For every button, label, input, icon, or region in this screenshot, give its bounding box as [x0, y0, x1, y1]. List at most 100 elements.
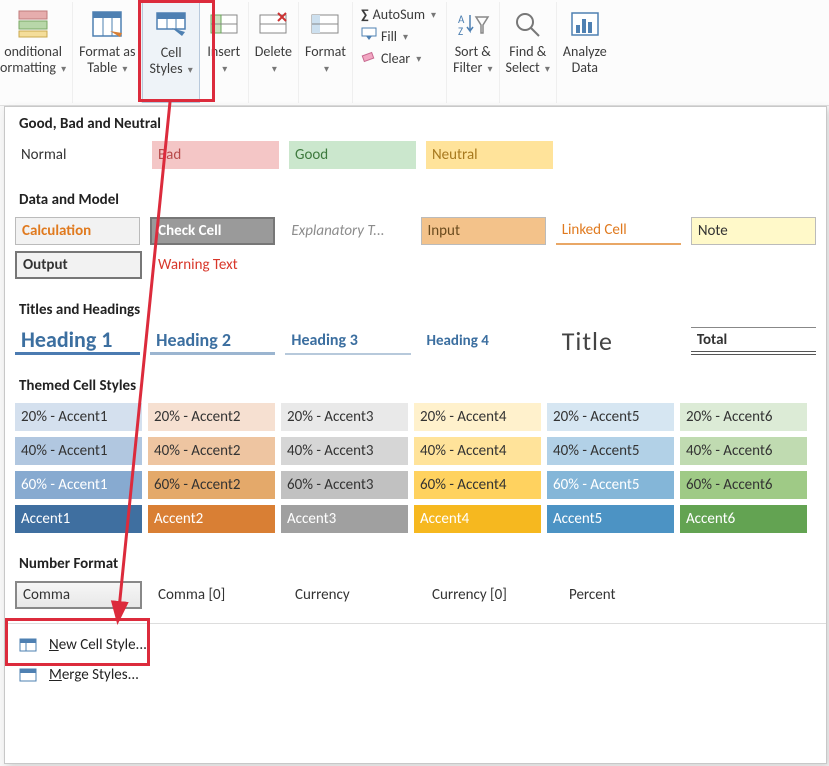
style-accent4[interactable]: Accent4: [414, 505, 541, 533]
style-comma[interactable]: Comma: [15, 581, 142, 609]
format-label: Format▾: [305, 44, 346, 76]
eraser-icon: [361, 49, 377, 67]
style-heading-3[interactable]: Heading 3: [285, 327, 410, 355]
style-40-accent4[interactable]: 40% - Accent4: [414, 437, 541, 465]
new-cell-style-icon: [19, 637, 39, 653]
cell-styles-gallery: Good, Bad and Neutral Normal Bad Good Ne…: [4, 106, 827, 764]
style-40-accent3[interactable]: 40% - Accent3: [281, 437, 408, 465]
style-calculation[interactable]: Calculation: [15, 217, 140, 245]
style-20-accent5[interactable]: 20% - Accent5: [547, 403, 674, 431]
magnifier-icon: [510, 6, 546, 42]
style-accent3[interactable]: Accent3: [281, 505, 408, 533]
chevron-down-icon: ▾: [416, 52, 421, 65]
chevron-down-icon: ▾: [122, 62, 127, 75]
style-heading-2[interactable]: Heading 2: [150, 327, 275, 355]
style-normal[interactable]: Normal: [15, 141, 142, 169]
cell-styles-button[interactable]: CellStyles ▾: [142, 2, 199, 103]
style-total[interactable]: Total: [691, 327, 816, 355]
cell-styles-label: CellStyles ▾: [149, 45, 192, 77]
analyze-data-label: AnalyzeData: [563, 44, 607, 76]
conditional-formatting-icon: [15, 6, 51, 42]
insert-button[interactable]: Insert▾: [200, 2, 249, 103]
conditional-formatting-label: onditionalormatting ▾: [0, 44, 66, 76]
find-select-label: Find &Select ▾: [506, 44, 550, 76]
style-60-accent5[interactable]: 60% - Accent5: [547, 471, 674, 499]
style-percent[interactable]: Percent: [563, 581, 690, 609]
chevron-down-icon: ▾: [324, 62, 329, 75]
style-60-accent6[interactable]: 60% - Accent6: [680, 471, 807, 499]
style-60-accent3[interactable]: 60% - Accent3: [281, 471, 408, 499]
chevron-down-icon: ▾: [188, 63, 193, 76]
merge-styles-icon: [19, 667, 39, 683]
style-good[interactable]: Good: [289, 141, 416, 169]
style-comma-0[interactable]: Comma [0]: [152, 581, 279, 609]
chevron-down-icon: ▾: [272, 62, 277, 75]
chevron-down-icon: ▾: [488, 62, 493, 75]
style-40-accent5[interactable]: 40% - Accent5: [547, 437, 674, 465]
merge-styles-menu[interactable]: MMerge Styles...erge Styles...: [5, 660, 826, 690]
analyze-data-icon: [567, 6, 603, 42]
clear-button[interactable]: Clear ▾: [361, 49, 436, 67]
style-heading-4[interactable]: Heading 4: [421, 327, 546, 355]
format-as-table-icon: [89, 6, 125, 42]
style-20-accent6[interactable]: 20% - Accent6: [680, 403, 807, 431]
sort-filter-button[interactable]: AZ Sort &Filter ▾: [447, 2, 499, 103]
gallery-footer-menu: NNew Cell Style...ew Cell Style... MMerg…: [5, 623, 826, 696]
autosum-button[interactable]: ∑ AutoSum ▾: [361, 6, 436, 23]
fill-button[interactable]: Fill ▾: [361, 27, 436, 45]
style-accent6[interactable]: Accent6: [680, 505, 807, 533]
section-data-model: Data and Model: [5, 183, 826, 217]
style-neutral[interactable]: Neutral: [426, 141, 553, 169]
conditional-formatting-button[interactable]: onditionalormatting ▾: [0, 2, 73, 103]
style-20-accent3[interactable]: 20% - Accent3: [281, 403, 408, 431]
style-60-accent1[interactable]: 60% - Accent1: [15, 471, 142, 499]
cell-styles-icon: [153, 7, 189, 43]
insert-label: Insert▾: [207, 44, 240, 76]
ribbon: onditionalormatting ▾ Format asTable ▾ C…: [0, 0, 829, 106]
style-currency[interactable]: Currency: [289, 581, 416, 609]
sort-filter-icon: AZ: [455, 6, 491, 42]
style-note[interactable]: Note: [691, 217, 816, 245]
format-as-table-button[interactable]: Format asTable ▾: [73, 2, 142, 103]
delete-button[interactable]: Delete▾: [249, 2, 299, 103]
new-cell-style-menu[interactable]: NNew Cell Style...ew Cell Style...: [5, 630, 826, 660]
style-title[interactable]: Title: [556, 327, 681, 355]
style-40-accent2[interactable]: 40% - Accent2: [148, 437, 275, 465]
style-check-cell[interactable]: Check Cell: [150, 217, 275, 245]
style-accent1[interactable]: Accent1: [15, 505, 142, 533]
style-explanatory[interactable]: Explanatory T...: [285, 217, 410, 245]
svg-text:Z: Z: [458, 25, 463, 38]
style-linked-cell[interactable]: Linked Cell: [556, 217, 681, 245]
style-currency-0[interactable]: Currency [0]: [426, 581, 553, 609]
fill-down-icon: [361, 27, 377, 45]
chevron-down-icon: ▾: [545, 62, 550, 75]
style-bad[interactable]: Bad: [152, 141, 279, 169]
style-60-accent4[interactable]: 60% - Accent4: [414, 471, 541, 499]
editing-stack: ∑ AutoSum ▾ Fill ▾ Clear ▾: [353, 2, 447, 103]
style-40-accent6[interactable]: 40% - Accent6: [680, 437, 807, 465]
delete-cells-icon: [255, 6, 291, 42]
chevron-down-icon: ▾: [403, 30, 408, 43]
insert-cells-icon: [206, 6, 242, 42]
style-warning-text[interactable]: Warning Text: [152, 251, 279, 279]
format-button[interactable]: Format▾: [299, 2, 353, 103]
sort-filter-label: Sort &Filter ▾: [453, 44, 492, 76]
analyze-data-button[interactable]: AnalyzeData: [557, 2, 613, 103]
section-titles-headings: Titles and Headings: [5, 293, 826, 327]
find-select-button[interactable]: Find &Select ▾: [500, 2, 557, 103]
style-60-accent2[interactable]: 60% - Accent2: [148, 471, 275, 499]
style-input[interactable]: Input: [421, 217, 546, 245]
style-accent5[interactable]: Accent5: [547, 505, 674, 533]
style-accent2[interactable]: Accent2: [148, 505, 275, 533]
sigma-icon: ∑: [361, 6, 369, 23]
format-cells-icon: [307, 6, 343, 42]
style-20-accent4[interactable]: 20% - Accent4: [414, 403, 541, 431]
chevron-down-icon: ▾: [222, 62, 227, 75]
style-20-accent2[interactable]: 20% - Accent2: [148, 403, 275, 431]
style-heading-1[interactable]: Heading 1: [15, 327, 140, 355]
style-40-accent1[interactable]: 40% - Accent1: [15, 437, 142, 465]
style-20-accent1[interactable]: 20% - Accent1: [15, 403, 142, 431]
section-number-format: Number Format: [5, 547, 826, 581]
section-good-bad-neutral: Good, Bad and Neutral: [5, 107, 826, 141]
style-output[interactable]: Output: [15, 251, 142, 279]
